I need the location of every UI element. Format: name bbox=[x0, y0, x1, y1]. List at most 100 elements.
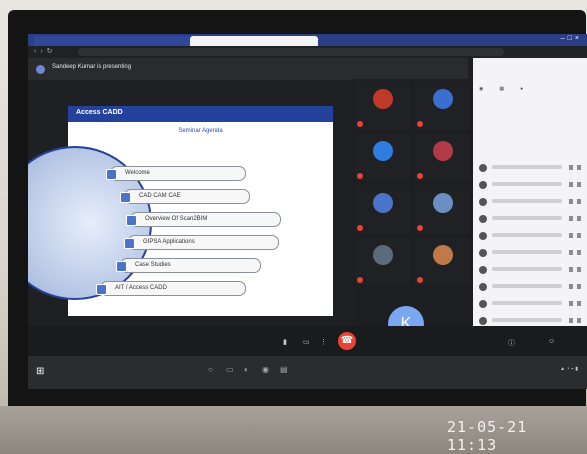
participant-tile[interactable] bbox=[355, 81, 411, 129]
taskbar: ⊞ ○ ▭ ◐ ◉ ▤ ▲ ◔ ⌁ ▮ bbox=[28, 356, 587, 389]
more-icon bbox=[577, 301, 581, 306]
mic-off-icon bbox=[357, 277, 363, 283]
avatar bbox=[479, 266, 487, 274]
mic-off-icon bbox=[417, 173, 423, 179]
mic-icon bbox=[569, 284, 573, 289]
info-icon[interactable]: ⓘ bbox=[508, 338, 515, 348]
presenting-text: Sandeep Kumar is presenting bbox=[52, 64, 132, 70]
mic-off-icon bbox=[357, 121, 363, 127]
avatar bbox=[479, 283, 487, 291]
mic-off-icon bbox=[417, 277, 423, 283]
nav-buttons[interactable]: ‹›↻ bbox=[34, 47, 57, 55]
system-tray[interactable]: ▲ ◔ ⌁ ▮ bbox=[560, 366, 578, 372]
people-icon[interactable]: ☺ bbox=[548, 338, 555, 345]
participant-tile[interactable] bbox=[355, 237, 411, 285]
avatar bbox=[479, 181, 487, 189]
people-row[interactable] bbox=[479, 163, 584, 175]
search-icon[interactable]: ○ bbox=[208, 365, 213, 374]
participants-grid bbox=[353, 79, 473, 339]
people-side-panel: ◉▦● bbox=[473, 58, 587, 358]
mic-icon bbox=[569, 216, 573, 221]
people-row[interactable] bbox=[479, 214, 584, 226]
agenda-item: Case Studies bbox=[116, 258, 261, 273]
participant-tile[interactable] bbox=[415, 237, 471, 285]
avatar bbox=[479, 215, 487, 223]
window-controls[interactable]: –□× bbox=[561, 35, 582, 42]
more-icon bbox=[577, 182, 581, 187]
people-row[interactable] bbox=[479, 282, 584, 294]
avatar bbox=[479, 232, 487, 240]
side-panel-tabs[interactable]: ◉▦● bbox=[479, 86, 539, 92]
address-bar: ‹›↻ bbox=[28, 46, 587, 58]
avatar bbox=[433, 245, 453, 265]
browser-tab-strip: + –□× bbox=[28, 34, 587, 46]
participant-tile[interactable] bbox=[415, 81, 471, 129]
agenda-item: Welcome bbox=[106, 166, 246, 181]
mic-off-icon bbox=[417, 121, 423, 127]
mic-off-icon bbox=[417, 225, 423, 231]
people-row[interactable] bbox=[479, 197, 584, 209]
agenda-item: AIT / Access CADD bbox=[96, 281, 246, 296]
avatar bbox=[479, 249, 487, 257]
shared-slide: Access CADD Seminar Agenda Welcome CAD C… bbox=[28, 106, 333, 316]
participant-tile[interactable] bbox=[415, 133, 471, 181]
more-icon bbox=[577, 216, 581, 221]
mic-icon bbox=[569, 318, 573, 323]
presenter-avatar bbox=[36, 65, 45, 74]
participant-tile[interactable] bbox=[355, 185, 411, 233]
more-options-icon[interactable]: ⋮ bbox=[320, 338, 327, 346]
avatar bbox=[479, 164, 487, 172]
edge-icon[interactable]: ◐ bbox=[244, 365, 249, 374]
slide-header: Access CADD bbox=[68, 106, 333, 122]
windows-start-icon[interactable]: ⊞ bbox=[36, 366, 44, 377]
agenda-item: CAD CAM CAE bbox=[120, 189, 250, 204]
new-tab-icon[interactable]: + bbox=[314, 35, 319, 44]
mic-icon bbox=[569, 165, 573, 170]
avatar bbox=[433, 141, 453, 161]
participant-tile[interactable] bbox=[415, 185, 471, 233]
bullet-icon bbox=[96, 284, 107, 295]
mic-icon bbox=[569, 250, 573, 255]
avatar bbox=[433, 89, 453, 109]
slide-title: Access CADD bbox=[76, 109, 123, 116]
mic-off-icon bbox=[357, 225, 363, 231]
avatar bbox=[479, 300, 487, 308]
more-icon bbox=[577, 233, 581, 238]
more-icon bbox=[577, 284, 581, 289]
avatar bbox=[373, 89, 393, 109]
mic-icon bbox=[569, 182, 573, 187]
end-call-button[interactable]: ☎ bbox=[338, 332, 356, 350]
laptop-bezel: + –□× ‹›↻ Sandeep Kumar is presenting Ac… bbox=[8, 10, 587, 406]
avatar bbox=[433, 193, 453, 213]
task-view-icon[interactable]: ▭ bbox=[226, 365, 234, 374]
meet-controls-bar: ▮ ▭ ⋮ ☎ ⓘ ☺ bbox=[28, 326, 587, 356]
avatar bbox=[479, 198, 487, 206]
more-icon bbox=[577, 318, 581, 323]
people-row[interactable] bbox=[479, 180, 584, 192]
people-row[interactable] bbox=[479, 265, 584, 277]
more-icon bbox=[577, 199, 581, 204]
explorer-icon[interactable]: ▤ bbox=[280, 365, 288, 374]
agenda-item: Overview Of Scan2BIM bbox=[126, 212, 281, 227]
mic-icon bbox=[569, 233, 573, 238]
people-row[interactable] bbox=[479, 248, 584, 260]
mic-icon[interactable]: ▮ bbox=[283, 338, 287, 346]
avatar bbox=[373, 245, 393, 265]
bullet-icon bbox=[116, 261, 127, 272]
people-row[interactable] bbox=[479, 299, 584, 311]
camera-icon[interactable]: ▭ bbox=[303, 338, 310, 346]
people-row[interactable] bbox=[479, 231, 584, 243]
bullet-icon bbox=[106, 169, 117, 180]
browser-tab[interactable] bbox=[34, 36, 192, 46]
url-field[interactable] bbox=[78, 48, 504, 56]
browser-tab-active[interactable] bbox=[190, 36, 318, 46]
more-icon bbox=[577, 267, 581, 272]
mic-icon bbox=[569, 199, 573, 204]
agenda-item: GIPSA Applications bbox=[124, 235, 279, 250]
participant-tile[interactable] bbox=[355, 133, 411, 181]
bullet-icon bbox=[124, 238, 135, 249]
bullet-icon bbox=[126, 215, 137, 226]
mic-off-icon bbox=[357, 173, 363, 179]
chrome-icon[interactable]: ◉ bbox=[262, 365, 269, 374]
avatar bbox=[373, 141, 393, 161]
